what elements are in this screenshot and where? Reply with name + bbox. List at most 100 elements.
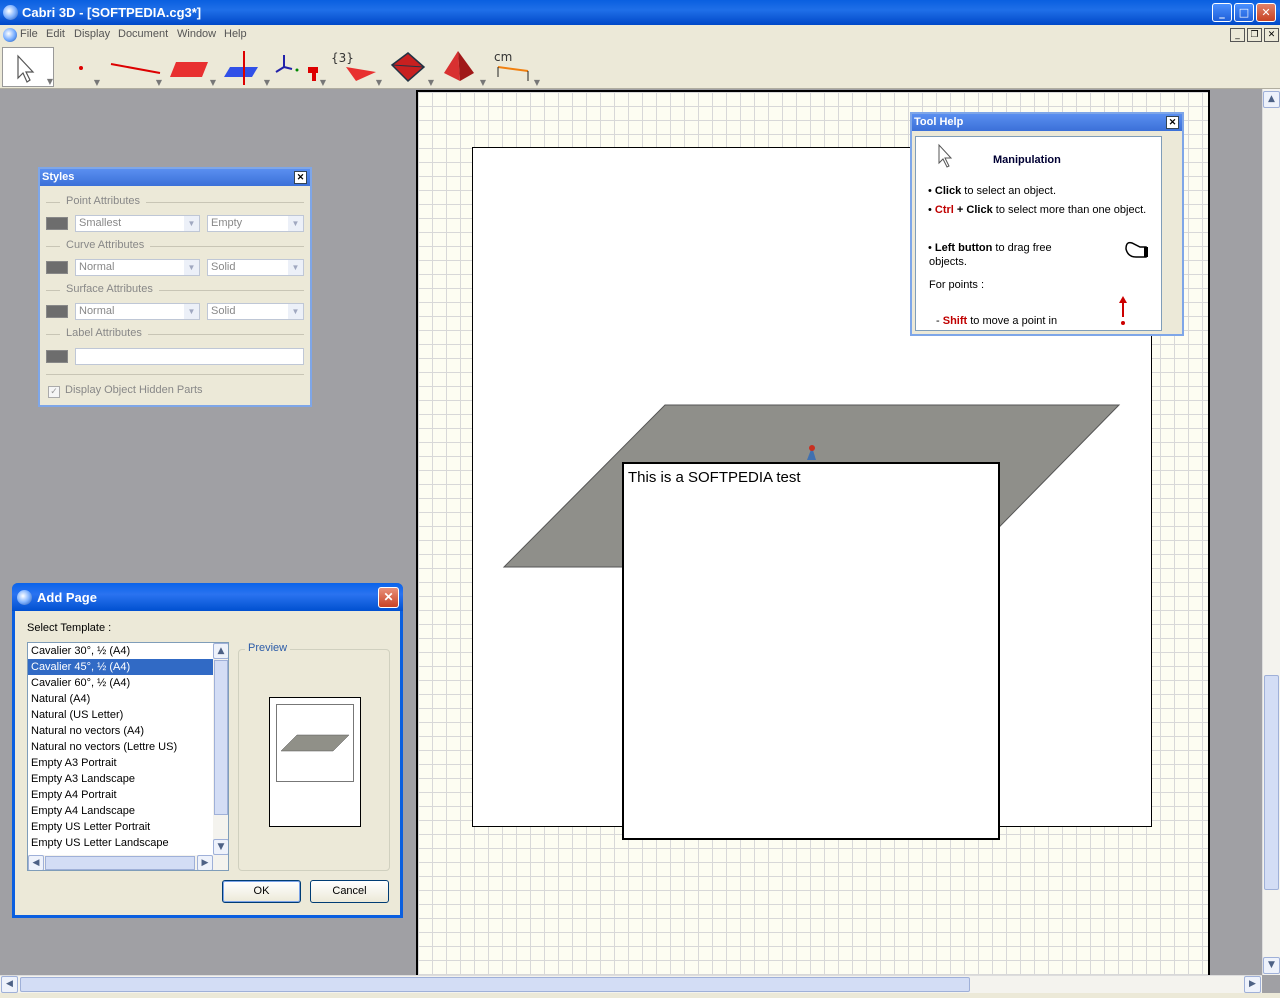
surface-style-value: Solid <box>211 305 236 317</box>
template-list-item[interactable]: Cavalier 45°, ½ (A4) <box>28 659 228 675</box>
tool-help-close-icon[interactable]: ✕ <box>1166 116 1179 129</box>
surface-color-swatch[interactable] <box>46 305 68 318</box>
help-line-shift: - Shift to move a point in <box>936 315 1058 327</box>
minimize-button[interactable]: _ <box>1212 3 1232 22</box>
hidden-parts-checkbox[interactable]: ✓ <box>48 386 60 398</box>
polyhedron-tool[interactable]: ▼ <box>388 47 434 87</box>
template-list-item[interactable]: Natural (US Letter) <box>28 707 228 723</box>
template-list-item[interactable]: Empty US Letter Portrait <box>28 819 228 835</box>
hidden-parts-label: Display Object Hidden Parts <box>65 384 203 396</box>
scroll-up-icon[interactable]: ▲ <box>213 643 228 659</box>
doc-restore-button[interactable]: ❐ <box>1247 28 1262 42</box>
scroll-right-icon[interactable]: ▶ <box>197 855 213 870</box>
point-size-value: Smallest <box>79 217 122 229</box>
surface-attributes-label: Surface Attributes <box>60 283 159 295</box>
status-bar <box>0 993 1280 998</box>
styles-panel-header[interactable]: Styles ✕ <box>40 169 310 186</box>
point-tool[interactable]: ▼ <box>60 47 100 87</box>
template-list-item[interactable]: Natural no vectors (A4) <box>28 723 228 739</box>
app-icon <box>17 590 32 605</box>
line-tool[interactable]: ▼ <box>108 47 162 87</box>
scroll-left-icon[interactable]: ◀ <box>1 976 18 993</box>
curve-thickness-select[interactable]: Normal ▼ <box>75 259 200 276</box>
plane-tool[interactable]: ▼ <box>166 47 216 87</box>
up-arrow-icon <box>1119 296 1127 325</box>
scroll-down-icon[interactable]: ▼ <box>213 839 228 855</box>
document-icon[interactable] <box>3 28 17 42</box>
tool-help-header[interactable]: Tool Help ✕ <box>912 114 1182 131</box>
dialog-close-button[interactable]: ✕ <box>378 587 399 608</box>
doc-minimize-button[interactable]: _ <box>1230 28 1245 42</box>
template-list-item[interactable]: Empty US Letter Landscape <box>28 835 228 851</box>
menu-document[interactable]: Document <box>118 28 168 40</box>
menu-help[interactable]: Help <box>224 28 247 40</box>
close-button[interactable]: ✕ <box>1256 3 1276 22</box>
chevron-down-icon: ▼ <box>288 304 303 319</box>
polygon-count-label: {3} <box>331 51 354 65</box>
point-style-select[interactable]: Empty ▼ <box>207 215 304 232</box>
select-template-label: Select Template : <box>27 622 112 634</box>
add-page-titlebar[interactable]: Add Page ✕ <box>12 583 403 611</box>
template-list-vscroll[interactable]: ▲ ▼ <box>213 643 228 855</box>
template-list-item[interactable]: Empty A4 Portrait <box>28 787 228 803</box>
tool-help-heading: Manipulation <box>993 154 1061 166</box>
surface-thickness-select[interactable]: Normal ▼ <box>75 303 200 320</box>
title-bar: Cabri 3D - [SOFTPEDIA.cg3*] _ □ ✕ <box>0 0 1280 25</box>
help-line-ctrl: • Ctrl + Click to select more than one o… <box>928 204 1147 216</box>
label-attributes-label: Label Attributes <box>60 327 148 339</box>
measure-tool[interactable]: cm ▼ <box>492 47 540 87</box>
manipulation-tool[interactable]: ▼ <box>2 47 54 87</box>
menu-display[interactable]: Display <box>74 28 110 40</box>
horizontal-scrollbar[interactable]: ◀ ▶ <box>0 975 1262 993</box>
scroll-down-icon[interactable]: ▼ <box>1263 957 1280 974</box>
perpendicular-tool[interactable]: ▼ <box>222 47 270 87</box>
template-list-item[interactable]: Empty A4 Landscape <box>28 803 228 819</box>
help-line-objects: objects. <box>929 256 967 268</box>
maximize-button[interactable]: □ <box>1234 3 1254 22</box>
polygon-tool[interactable]: {3} ▼ <box>330 47 382 87</box>
scroll-right-icon[interactable]: ▶ <box>1244 976 1261 993</box>
template-list-item[interactable]: Natural no vectors (Lettre US) <box>28 739 228 755</box>
menu-edit[interactable]: Edit <box>46 28 65 40</box>
preview-page <box>269 697 361 827</box>
template-list-item[interactable]: Empty A3 Landscape <box>28 771 228 787</box>
template-list[interactable]: Cavalier 30°, ½ (A4) Cavalier 45°, ½ (A4)… <box>27 642 229 871</box>
doc-close-button[interactable]: ✕ <box>1264 28 1279 42</box>
curve-style-select[interactable]: Solid ▼ <box>207 259 304 276</box>
curve-attributes-label: Curve Attributes <box>60 239 151 251</box>
template-list-item[interactable]: Cavalier 30°, ½ (A4) <box>28 643 228 659</box>
vertical-scroll-thumb[interactable] <box>1264 675 1279 890</box>
ok-button[interactable]: OK <box>222 880 301 903</box>
curve-thickness-value: Normal <box>79 261 115 273</box>
horizontal-scroll-thumb[interactable] <box>20 977 970 992</box>
label-color-swatch[interactable] <box>46 350 68 363</box>
cancel-button[interactable]: Cancel <box>310 880 389 903</box>
point-color-swatch[interactable] <box>46 217 68 230</box>
template-list-item[interactable]: Natural (A4) <box>28 691 228 707</box>
pyramid-tool[interactable]: ▼ <box>440 47 486 87</box>
label-input[interactable] <box>75 348 304 365</box>
vertical-scrollbar[interactable]: ▲ ▼ <box>1262 89 1280 975</box>
template-list-hscroll[interactable]: ◀ ▶ <box>28 855 228 870</box>
transformation-tool[interactable]: ▼ <box>272 47 326 87</box>
menu-file[interactable]: File <box>20 28 38 40</box>
template-list-scroll-thumb[interactable] <box>214 660 228 815</box>
template-list-item[interactable]: Empty A3 Portrait <box>28 755 228 771</box>
surface-style-select[interactable]: Solid ▼ <box>207 303 304 320</box>
toolbar: ▼ ▼ ▼ ▼ ▼ ▼ {3} ▼ ▼ ▼ cm ▼ <box>0 45 1280 89</box>
styles-close-icon[interactable]: ✕ <box>294 171 307 184</box>
curve-style-value: Solid <box>211 261 236 273</box>
chevron-down-icon: ▼ <box>184 216 199 231</box>
curve-color-swatch[interactable] <box>46 261 68 274</box>
app-icon[interactable] <box>3 5 18 20</box>
transformation-icon <box>275 55 318 81</box>
point-size-select[interactable]: Smallest ▼ <box>75 215 200 232</box>
menu-window[interactable]: Window <box>177 28 216 40</box>
scroll-left-icon[interactable]: ◀ <box>28 855 44 870</box>
template-list-item[interactable]: Cavalier 60°, ½ (A4) <box>28 675 228 691</box>
chevron-down-icon: ▼ <box>184 304 199 319</box>
preview-page-area <box>276 704 354 782</box>
template-list-hscroll-thumb[interactable] <box>45 856 195 870</box>
scroll-up-icon[interactable]: ▲ <box>1263 91 1280 108</box>
text-box[interactable]: This is a SOFTPEDIA test <box>622 462 1000 840</box>
